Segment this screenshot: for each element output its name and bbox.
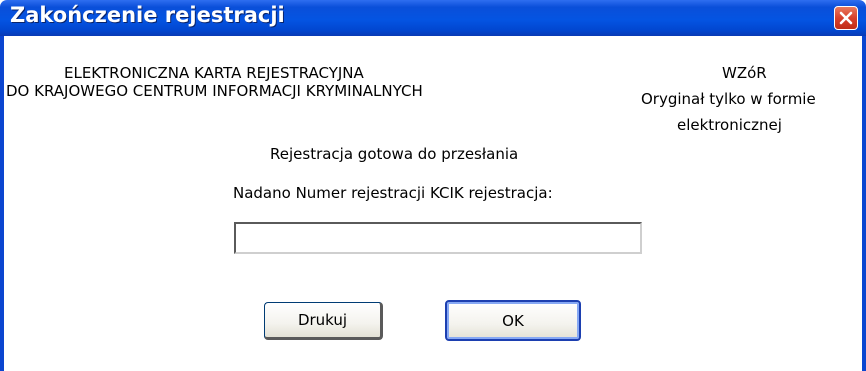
print-button[interactable]: Drukuj [264,302,383,340]
registration-number-label: Nadano Numer rejestracji KCIK rejestracj… [233,184,553,202]
dialog-window: Zakończenie rejestracji ELEKTRONICZNA KA… [0,0,866,371]
title-bar[interactable]: Zakończenie rejestracji [0,0,866,36]
close-icon [839,11,853,25]
ok-button[interactable]: OK [445,300,581,341]
original-note-line1: Oryginał tylko w formie [641,90,816,108]
watermark-label: WZóR [722,64,767,82]
original-note-line2: elektronicznej [677,116,782,134]
window-border-right [862,36,866,371]
window-border-left [0,36,4,371]
status-message: Rejestracja gotowa do przesłania [270,145,519,163]
header-title-line2: DO KRAJOWEGO CENTRUM INFORMACJI KRYMINAL… [6,82,423,100]
registration-number-field[interactable] [234,222,642,254]
header-title-line1: ELEKTRONICZNA KARTA REJESTRACYJNA [64,64,364,82]
close-button[interactable] [834,6,858,30]
window-title: Zakończenie rejestracji [10,3,285,27]
